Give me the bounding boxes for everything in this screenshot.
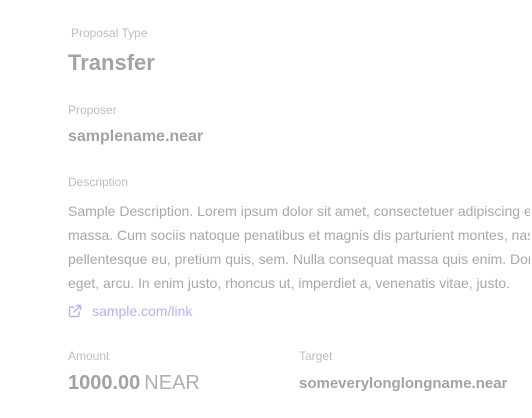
amount-unit: NEAR	[144, 372, 200, 394]
description-label: Description	[68, 175, 129, 189]
proposal-type-value: Transfer	[68, 50, 155, 75]
proposer-value: samplename.near	[68, 128, 204, 145]
description-link[interactable]: sample.com/link	[68, 302, 192, 320]
amount-number: 1000.00	[68, 372, 141, 394]
description-line: Sample Description. Lorem ipsum dolor si…	[68, 203, 530, 219]
target-value: someverylonglongname.near	[299, 375, 508, 392]
description-line: massa. Cum sociis natoque penatibus et m…	[68, 227, 530, 243]
description-text: Sample Description. Lorem ipsum dolor si…	[68, 199, 530, 295]
amount-value: 1000.00 NEAR	[68, 372, 200, 395]
amount-label: Amount	[68, 349, 110, 363]
proposer-label: Proposer	[68, 103, 117, 117]
external-link-icon	[68, 304, 82, 318]
description-line: eget, arcu. In enim justo, rhoncus ut, i…	[68, 275, 511, 291]
description-link-text[interactable]: sample.com/link	[92, 303, 192, 319]
description-line: pellentesque eu, pretium quis, sem. Null…	[68, 251, 530, 267]
target-label: Target	[299, 349, 333, 363]
proposal-type-label: Proposal Type	[71, 26, 148, 40]
